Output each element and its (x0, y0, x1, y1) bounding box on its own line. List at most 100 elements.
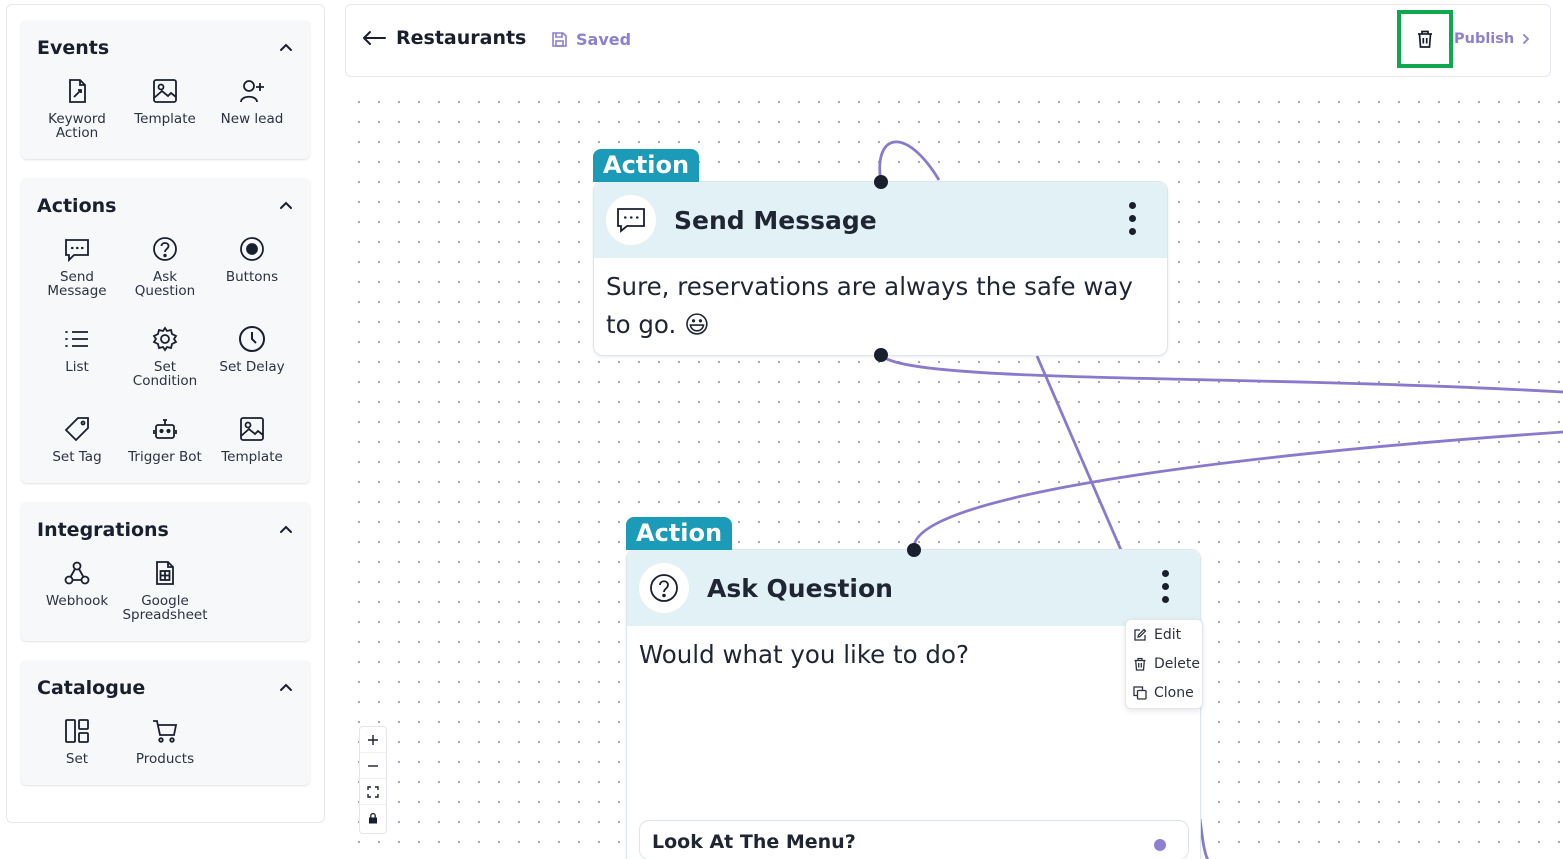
minus-icon (368, 764, 378, 767)
palette-item-ask-question[interactable]: Ask Question (121, 235, 209, 315)
flow-title: Restaurants (396, 27, 527, 49)
catalogue-section-header[interactable]: Catalogue (37, 674, 296, 702)
keyword-action-icon (69, 79, 86, 103)
palette-item-label: Send Message (47, 269, 107, 299)
actions-section-header[interactable]: Actions (37, 192, 296, 220)
copy-icon (1133, 685, 1147, 700)
lock-button[interactable] (360, 805, 386, 831)
chevron-up-icon[interactable] (276, 196, 296, 216)
image-icon (240, 417, 264, 441)
node-title: Ask Question (707, 573, 893, 603)
trash-icon (1134, 657, 1146, 671)
flow-canvas[interactable]: Action Send Message Sure, reservations a… (345, 84, 1563, 859)
bot-icon (153, 419, 177, 439)
palette-item-products[interactable]: Products (121, 717, 209, 797)
chevron-right-icon (1523, 34, 1530, 44)
node-header: Ask Question (627, 550, 1200, 626)
edit-icon (1134, 628, 1147, 641)
plus-icon (368, 734, 378, 745)
node-title: Send Message (674, 205, 877, 235)
question-icon (153, 237, 177, 261)
palette-item-label: Set Delay (219, 359, 285, 375)
node-icon-wrap (606, 195, 656, 245)
menu-item-clone[interactable]: Clone (1126, 678, 1202, 707)
menu-item-edit[interactable]: Edit (1126, 620, 1202, 649)
palette-item-webhook[interactable]: Webhook (33, 559, 121, 639)
send-message-node[interactable]: Action Send Message Sure, reservations a… (593, 149, 1168, 356)
palette-item-label: Ask Question (134, 269, 196, 299)
back-button[interactable]: Restaurants (362, 27, 526, 49)
palette-item-template[interactable]: Template (208, 415, 296, 495)
gear-icon (152, 326, 178, 352)
node-menu-button[interactable] (1158, 570, 1172, 610)
palette-item-buttons[interactable]: Buttons (208, 235, 296, 315)
catalogue-section: Catalogue Set Products (21, 660, 310, 785)
node-type-tag: Action (593, 149, 700, 182)
flow-header: Restaurants Saved Publish (345, 4, 1551, 77)
edge-send-message-out (879, 353, 1563, 394)
palette-item-set-condition[interactable]: Set Condition (121, 325, 209, 405)
message-icon (65, 239, 89, 263)
ask-question-node[interactable]: Action Ask Question Would what you like … (626, 517, 1201, 859)
zoom-out-button[interactable] (360, 753, 386, 779)
palette-item-label: Webhook (45, 593, 109, 609)
arrow-left-icon (363, 31, 386, 45)
delete-flow-button[interactable] (1397, 10, 1453, 68)
palette-item-set[interactable]: Set (33, 717, 121, 797)
zoom-in-button[interactable] (360, 727, 386, 753)
trash-icon (1418, 30, 1432, 48)
section-title: Events (37, 37, 110, 59)
image-icon (153, 79, 177, 103)
node-input-handle[interactable] (907, 543, 921, 557)
node-output-handle[interactable] (874, 348, 888, 362)
publish-label: Publish (1454, 31, 1515, 47)
message-icon (617, 208, 645, 233)
palette-item-list[interactable]: List (33, 325, 121, 405)
answer-option[interactable]: Look At The Menu? (639, 820, 1189, 859)
palette-item-new-lead[interactable]: New lead (208, 77, 296, 157)
node-context-menu: Edit Delete Clone (1125, 619, 1203, 709)
chevron-up-icon[interactable] (276, 678, 296, 698)
cart-icon (153, 720, 178, 743)
palette-item-set-tag[interactable]: Set Tag (33, 415, 121, 495)
publish-button[interactable]: Publish (1454, 31, 1532, 47)
fit-view-button[interactable] (360, 779, 386, 805)
chevron-up-icon[interactable] (276, 38, 296, 58)
palette-item-label: Set Tag (52, 449, 102, 465)
events-section-header[interactable]: Events (37, 34, 296, 62)
node-menu-button[interactable] (1125, 202, 1139, 242)
palette-item-label: Keyword Action (48, 111, 106, 141)
palette-item-label: List (65, 359, 89, 375)
save-status: Saved (551, 30, 631, 49)
edge-into-send-message (878, 140, 941, 183)
menu-item-label: Clone (1154, 684, 1194, 701)
node-message-text: Sure, reservations are always the safe w… (606, 272, 1133, 339)
section-title: Integrations (37, 519, 169, 541)
events-section: Events Keyword Action Template New lead (21, 20, 310, 159)
palette-item-label: Template (134, 111, 196, 127)
palette-item-keyword-action[interactable]: Keyword Action (33, 77, 121, 157)
palette-item-label: Set Condition (132, 359, 198, 389)
palette-item-send-message[interactable]: Send Message (33, 235, 121, 315)
palette-item-label: Products (135, 751, 195, 767)
tag-icon (64, 417, 89, 442)
integrations-section-header[interactable]: Integrations (37, 516, 296, 544)
node-question-text: Would what you like to do? (639, 640, 969, 669)
user-plus-icon (240, 80, 264, 103)
menu-item-label: Edit (1154, 626, 1182, 643)
answer-option-label: Look At The Menu? (652, 831, 856, 853)
palette-item-trigger-bot[interactable]: Trigger Bot (121, 415, 209, 495)
save-status-label: Saved (576, 30, 632, 49)
palette-item-set-delay[interactable]: Set Delay (208, 325, 296, 405)
clock-icon (239, 326, 265, 352)
palette-item-label: Trigger Bot (128, 449, 202, 465)
palette-item-template[interactable]: Template (121, 77, 209, 157)
node-type-tag: Action (626, 517, 733, 550)
option-output-handle[interactable] (1154, 839, 1166, 851)
radio-button-icon (240, 237, 264, 261)
chevron-up-icon[interactable] (276, 520, 296, 540)
palette-item-label: Set (65, 751, 89, 767)
menu-item-delete[interactable]: Delete (1126, 649, 1202, 678)
node-input-handle[interactable] (874, 175, 888, 189)
palette-item-google-spreadsheet[interactable]: Google Spreadsheet (121, 559, 209, 639)
